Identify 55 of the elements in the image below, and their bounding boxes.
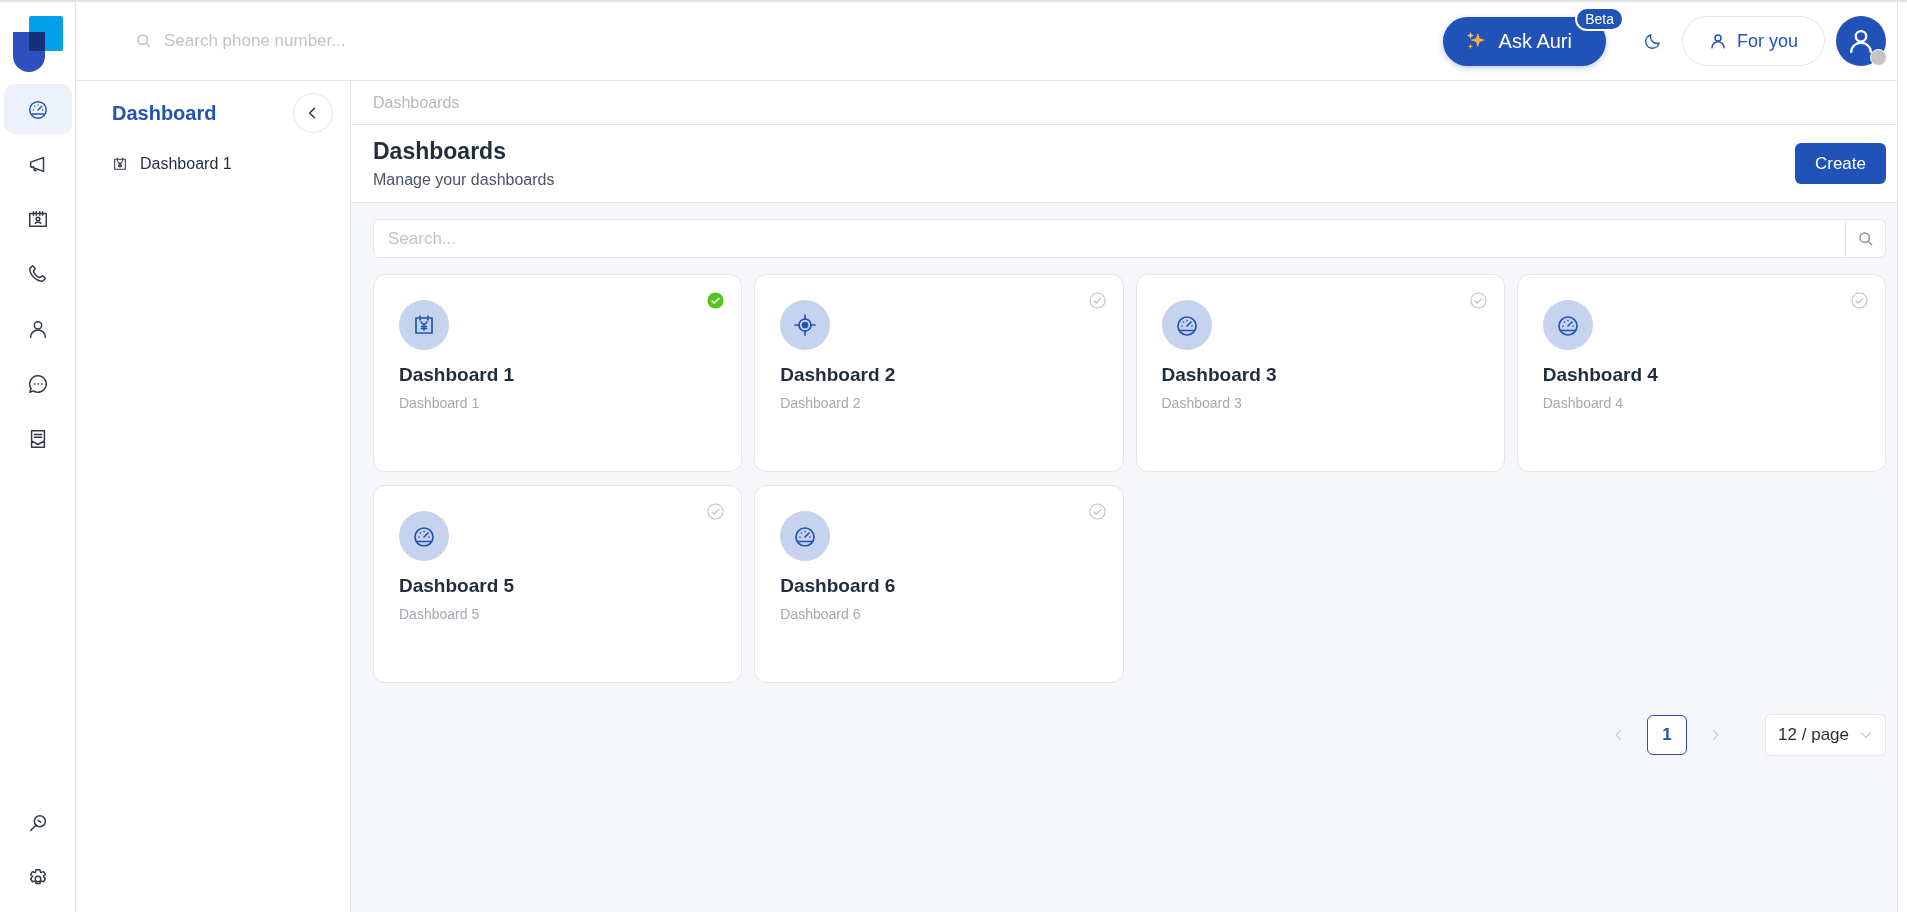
page-subtitle: Manage your dashboards <box>373 171 555 189</box>
status-dot <box>1870 49 1887 66</box>
collapse-button[interactable] <box>293 93 333 133</box>
search-icon <box>1857 230 1874 247</box>
calendar-icon <box>412 313 436 337</box>
dashboard-card[interactable]: Dashboard 1 Dashboard 1 <box>373 274 743 472</box>
card-subtitle: Dashboard 2 <box>780 395 862 411</box>
panel-item[interactable]: Dashboard 1 <box>112 155 232 173</box>
card-title: Dashboard 4 <box>1542 364 1659 386</box>
dashboard-card[interactable]: Dashboard 2 Dashboard 2 <box>754 274 1124 472</box>
card-subtitle: Dashboard 6 <box>780 606 862 622</box>
card-subtitle: Dashboard 3 <box>1161 395 1243 411</box>
card-title: Dashboard 3 <box>1161 364 1278 386</box>
beta-badge: Beta <box>1575 6 1624 31</box>
gauge-icon <box>1174 313 1199 337</box>
card-title: Dashboard 6 <box>780 575 897 597</box>
calendar-icon <box>26 208 49 230</box>
chat-icon <box>26 373 49 395</box>
person-icon <box>1708 32 1727 50</box>
card-subtitle: Dashboard 4 <box>1542 395 1624 411</box>
card-subtitle: Dashboard 1 <box>399 395 481 411</box>
panel-title: Dashboard <box>112 101 217 125</box>
calendar-icon <box>112 156 128 172</box>
moon-icon[interactable] <box>1643 32 1662 50</box>
card-title: Dashboard 2 <box>780 364 897 386</box>
page-size-select[interactable]: 12 / page <box>1765 714 1886 756</box>
check-icon[interactable] <box>1469 292 1487 309</box>
target-icon <box>793 313 818 337</box>
create-button[interactable]: Create <box>1794 143 1886 184</box>
gauge-icon <box>1555 313 1580 337</box>
page-button[interactable]: 1 <box>1647 715 1688 755</box>
dashboard-card[interactable]: Dashboard 3 Dashboard 3 <box>1135 274 1505 472</box>
phone-icon <box>26 263 49 285</box>
dashboard-card[interactable]: Dashboard 6 Dashboard 6 <box>754 485 1124 683</box>
dashboard-card[interactable]: Dashboard 4 Dashboard 4 <box>1516 274 1886 472</box>
search-field[interactable]: Search... <box>373 219 1846 258</box>
check-icon[interactable] <box>1088 503 1106 520</box>
page-title: Dashboards <box>373 138 507 165</box>
card-title: Dashboard 5 <box>399 575 516 597</box>
sparkle-icon <box>1464 30 1487 52</box>
gauge-icon <box>412 524 436 548</box>
check-icon[interactable] <box>707 292 725 309</box>
gauge-icon <box>793 524 818 548</box>
dashboard-card[interactable]: Dashboard 5 Dashboard 5 <box>373 485 743 683</box>
check-icon[interactable] <box>707 503 725 520</box>
logo-icon <box>12 16 63 72</box>
avatar[interactable] <box>1836 16 1886 66</box>
check-icon[interactable] <box>1088 292 1106 309</box>
search-button[interactable] <box>1846 219 1886 258</box>
check-icon[interactable] <box>1851 292 1868 309</box>
card-title: Dashboard 1 <box>399 364 516 386</box>
for-you-button[interactable]: For you <box>1681 16 1825 66</box>
card-subtitle: Dashboard 5 <box>399 606 481 622</box>
gauge-icon <box>26 98 49 120</box>
search-icon <box>136 33 152 49</box>
